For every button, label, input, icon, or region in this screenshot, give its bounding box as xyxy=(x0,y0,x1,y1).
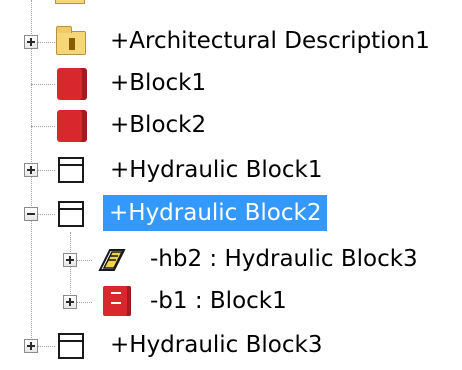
tree-node-label[interactable]: +Hydraulic Block1 xyxy=(104,152,328,188)
tree-node-label[interactable]: +Block1 xyxy=(104,65,212,101)
block-outline-icon xyxy=(58,201,84,227)
part-property-icon xyxy=(96,244,130,276)
block-outline-icon xyxy=(58,157,84,183)
tree-connector-line xyxy=(31,84,55,85)
tree-connector-line xyxy=(70,232,71,302)
block-icon xyxy=(57,110,87,142)
expand-toggle[interactable] xyxy=(24,163,38,177)
folder-icon xyxy=(55,0,85,4)
tree-connector-line xyxy=(31,126,55,127)
block-icon xyxy=(57,68,87,100)
expand-toggle[interactable] xyxy=(24,35,38,49)
collapse-toggle[interactable] xyxy=(24,207,38,221)
block-icon xyxy=(103,286,131,316)
folder-icon xyxy=(56,26,86,55)
tree-node-label[interactable]: +Hydraulic Block3 xyxy=(104,327,328,363)
block-outline-icon xyxy=(58,333,84,359)
expand-toggle[interactable] xyxy=(24,339,38,353)
tree-node-label[interactable]: -hb2 : Hydraulic Block3 xyxy=(144,241,424,277)
tree-node-label[interactable]: +Block2 xyxy=(104,107,212,143)
expand-toggle[interactable] xyxy=(63,253,77,267)
model-tree[interactable]: +Architectural Description1 +Block1 +Blo… xyxy=(0,0,462,370)
tree-node-label[interactable]: +Hydraulic Block2 xyxy=(103,195,328,231)
expand-toggle[interactable] xyxy=(63,295,77,309)
tree-node-label[interactable]: +Architectural Description1 xyxy=(104,23,436,59)
tree-node-label[interactable]: -b1 : Block1 xyxy=(144,283,293,319)
